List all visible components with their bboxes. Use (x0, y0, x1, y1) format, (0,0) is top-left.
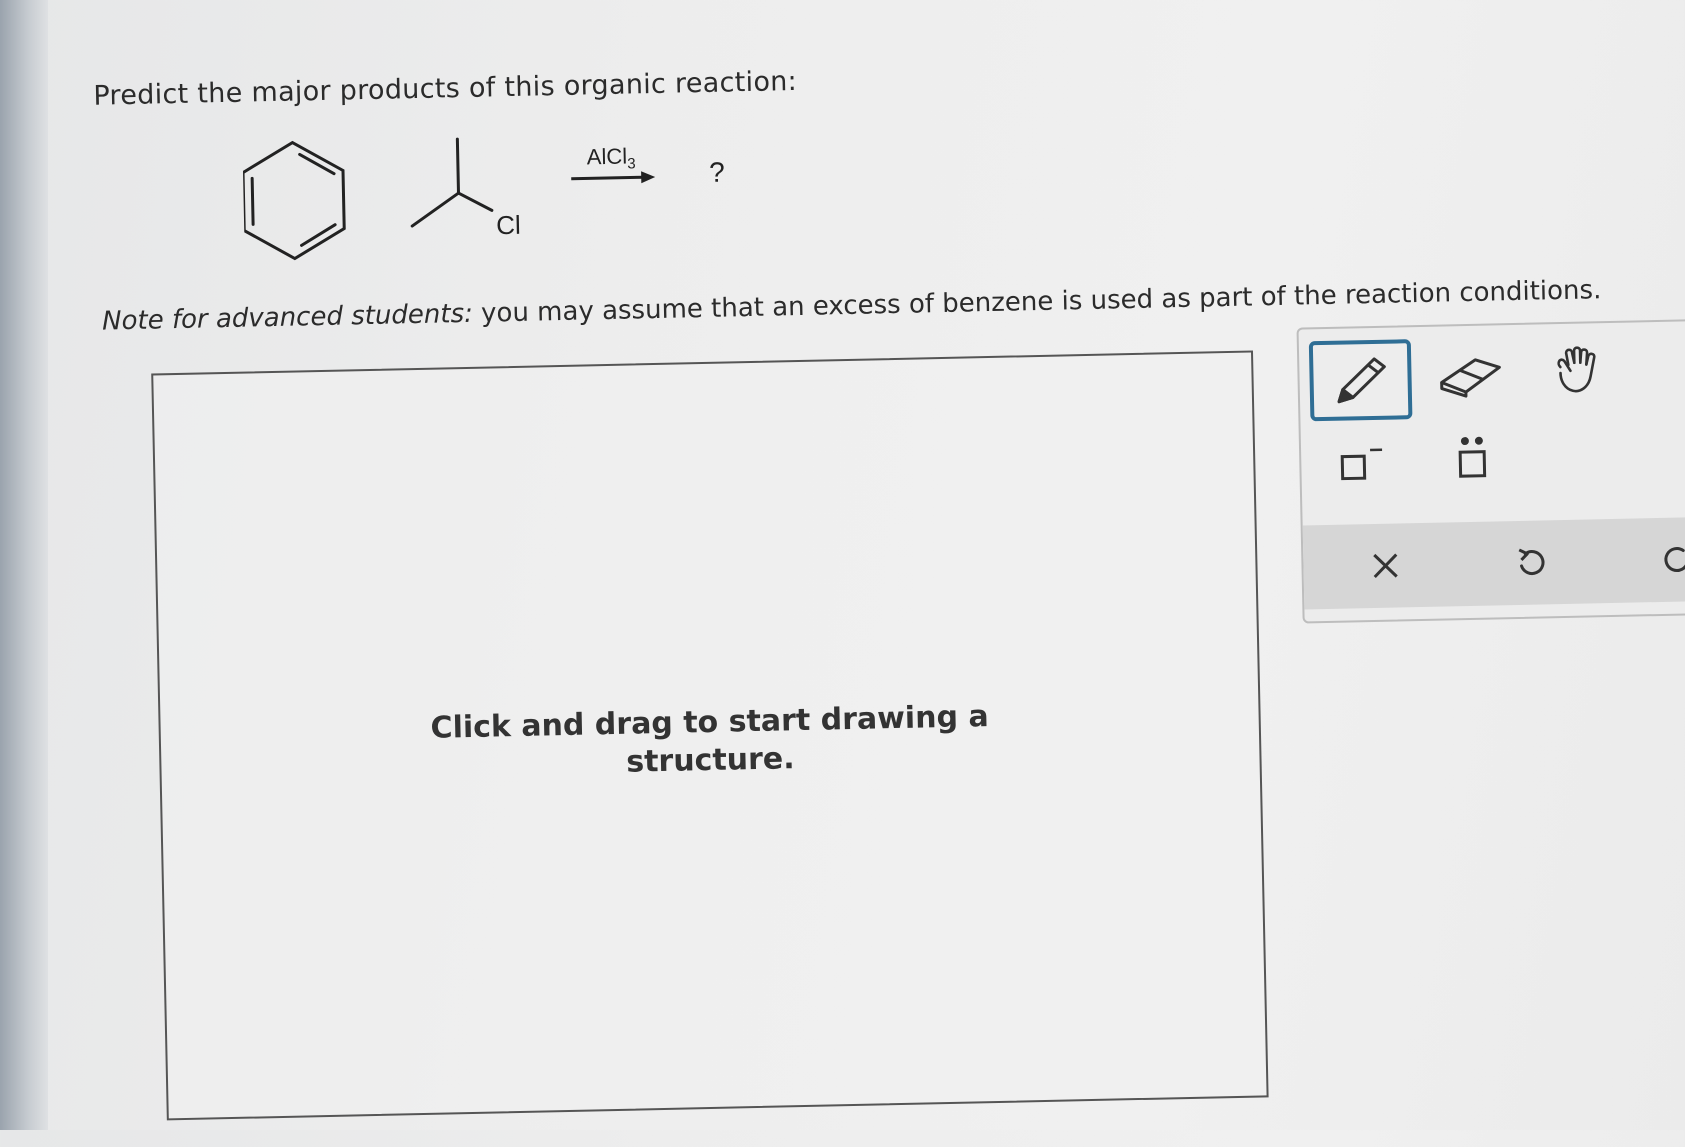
hand-tool-button[interactable] (1537, 337, 1618, 407)
product-placeholder: ? (709, 157, 725, 188)
charge-tool-button[interactable] (1327, 433, 1398, 494)
eraser-tool-button[interactable] (1427, 341, 1514, 407)
isopropyl-chloride-structure (410, 138, 492, 226)
reaction-scheme: Cl AlCl3 ? (242, 120, 805, 282)
benzene-structure (242, 142, 344, 260)
redo-button[interactable] (1645, 527, 1685, 592)
close-icon (1370, 550, 1401, 581)
drawing-canvas[interactable]: Click and drag to start drawing a struct… (151, 350, 1268, 1120)
action-bar (1303, 517, 1685, 610)
eraser-icon (1437, 349, 1504, 398)
note-label: Note for advanced students: (102, 299, 473, 337)
reaction-arrow (571, 171, 655, 185)
pencil-tool-button[interactable] (1309, 339, 1413, 421)
pencil-icon (1328, 351, 1393, 410)
hand-icon (1550, 344, 1605, 399)
question-prompt: Predict the major products of this organ… (93, 66, 797, 112)
drawing-toolbox (1296, 319, 1685, 624)
note-text: you may assume that an excess of benzene… (473, 275, 1602, 329)
canvas-hint: Click and drag to start drawing a struct… (160, 692, 1259, 791)
question-panel: Predict the major products of this organ… (0, 0, 1685, 1147)
undo-button[interactable] (1499, 530, 1564, 595)
redo-icon (1661, 542, 1685, 577)
reagent-label: AlCl3 (587, 143, 636, 173)
chlorine-atom-label: Cl (496, 210, 521, 241)
charge-icon (1338, 442, 1387, 487)
lone-pair-tool-button[interactable] (1437, 425, 1508, 492)
clear-button[interactable] (1353, 533, 1418, 598)
lone-pair-icon (1452, 433, 1493, 484)
undo-icon (1515, 545, 1548, 580)
